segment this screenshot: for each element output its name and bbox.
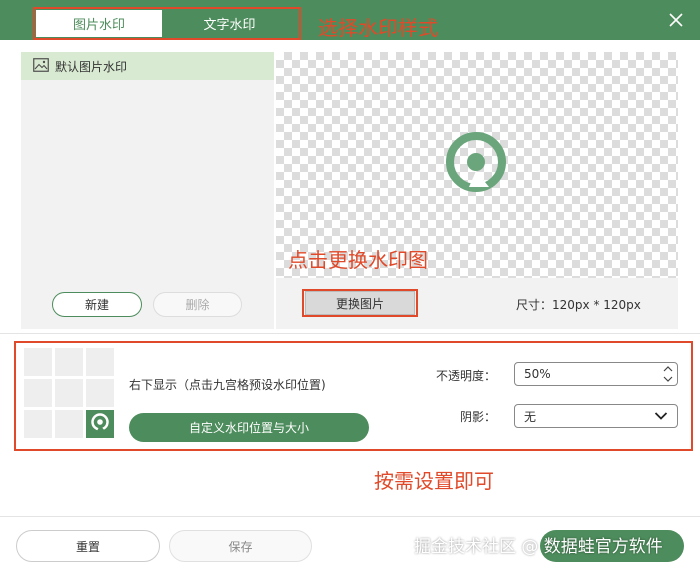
image-icon <box>33 57 55 75</box>
overlay-watermark-text: 掘金技术社区 @ 数据蛙官方软件 <box>414 537 663 557</box>
watermark-list-panel <box>21 52 274 329</box>
save-button[interactable]: 保存 <box>169 530 312 562</box>
annotation-box-tabs <box>33 7 301 40</box>
delete-watermark-button[interactable]: 删除 <box>153 292 242 317</box>
list-item-label: 默认图片水印 <box>55 59 128 74</box>
watermark-logo-icon <box>445 131 507 193</box>
annotation-box-replace <box>302 289 418 317</box>
image-size-label: 尺寸：120px * 120px <box>516 298 641 312</box>
section-divider <box>0 333 700 334</box>
annotation-choose-style: 选择水印样式 <box>318 16 438 40</box>
annotation-replace-hint: 点击更换水印图 <box>288 248 428 272</box>
reset-button[interactable]: 重置 <box>16 530 160 562</box>
footer-divider <box>0 516 700 517</box>
close-icon[interactable] <box>664 8 688 32</box>
annotation-box-settings <box>14 341 693 451</box>
list-item-default-watermark[interactable]: 默认图片水印 <box>21 52 274 80</box>
annotation-settings-hint: 按需设置即可 <box>374 469 494 493</box>
new-watermark-button[interactable]: 新建 <box>52 292 142 317</box>
